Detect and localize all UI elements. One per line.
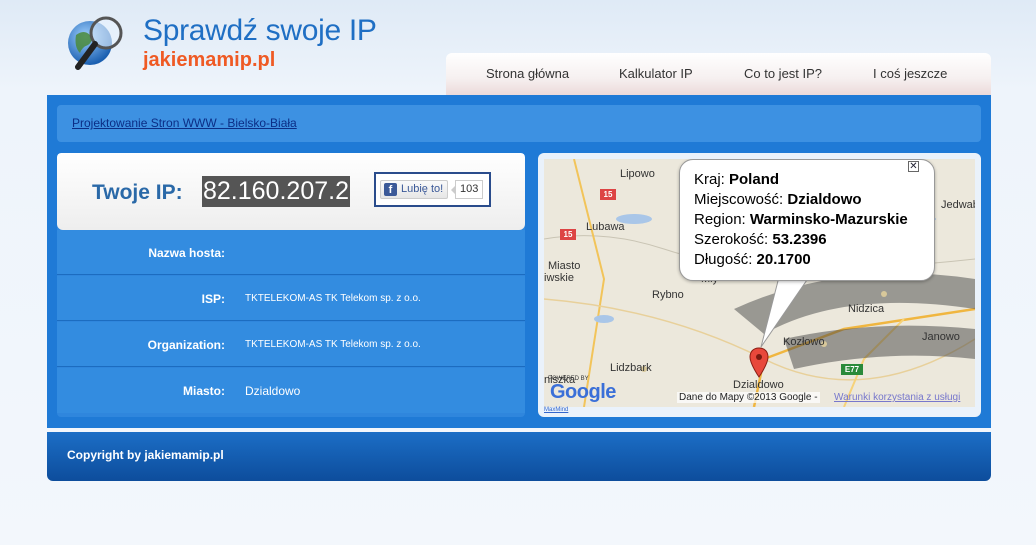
- info-lon-label: Długość:: [694, 251, 753, 268]
- detail-label: Nazwa hosta:: [148, 246, 225, 260]
- facebook-like-count: 103: [450, 180, 484, 199]
- road-badge: E77: [841, 364, 863, 375]
- info-region-label: Region:: [694, 211, 746, 228]
- map-place-label: Janowo: [922, 331, 960, 343]
- info-city-value: Dzialdowo: [787, 191, 862, 208]
- footer: Copyright by jakiemamip.pl: [47, 432, 991, 481]
- google-logo[interactable]: Google: [550, 381, 616, 404]
- google-map[interactable]: Lipowo Lubawa Miasto iwskie Rybno Nidzic…: [544, 159, 975, 407]
- info-lon-row: Długość: 20.1700: [694, 250, 920, 270]
- map-place-label: Lipowo: [620, 168, 655, 180]
- ip-label: Twoje IP:: [92, 181, 183, 204]
- info-region-value: Warminsko-Mazurskie: [749, 211, 908, 228]
- nav-item-ip-calculator[interactable]: Kalkulator IP: [619, 66, 693, 81]
- maxmind-link[interactable]: MaxMind: [544, 407, 568, 413]
- detail-row-city: Miasto: Dzialdowo: [57, 368, 525, 413]
- ip-value[interactable]: 82.160.207.2: [202, 176, 350, 207]
- map-place-label: Rybno: [652, 289, 684, 301]
- nav-item-something-else[interactable]: I coś jeszcze: [873, 66, 947, 81]
- info-city-row: Miejscowość: Dzialdowo: [694, 190, 920, 210]
- info-region-row: Region: Warminsko-Mazurskie: [694, 210, 920, 230]
- detail-label: ISP:: [201, 292, 225, 306]
- detail-row-hostname: Nazwa hosta:: [57, 230, 525, 275]
- magnifier-globe-logo-icon: [68, 16, 123, 70]
- facebook-icon: f: [384, 183, 397, 196]
- detail-label: Miasto:: [183, 384, 225, 398]
- close-icon[interactable]: ✕: [908, 161, 919, 172]
- map-info-window: Kraj: Poland Miejscowość: Dzialdowo Regi…: [679, 159, 935, 281]
- detail-row-organization: Organization: TKTELEKOM-AS TK Telekom sp…: [57, 322, 525, 367]
- info-country-label: Kraj:: [694, 171, 725, 188]
- info-country-row: Kraj: Poland: [694, 170, 920, 190]
- main-nav: Strona główna Kalkulator IP Co to jest I…: [446, 53, 991, 95]
- info-lat-label: Szerokość:: [694, 231, 769, 248]
- nav-item-what-is-ip[interactable]: Co to jest IP?: [744, 66, 822, 81]
- site-subtitle[interactable]: jakiemamip.pl: [143, 49, 275, 72]
- info-lon-value: 20.1700: [756, 251, 811, 268]
- detail-label: Organization:: [147, 338, 225, 352]
- map-place-label: Lidzbark: [610, 362, 652, 374]
- promo-bar: Projektowanie Stron WWW - Bielsko-Biała: [57, 105, 981, 142]
- facebook-like-button[interactable]: f Lubię to!: [380, 180, 448, 199]
- ip-info-panel: Twoje IP: 82.160.207.2 f Lubię to! 103 N…: [57, 153, 525, 417]
- map-place-label: Nidzica: [848, 303, 885, 315]
- road-badge: 15: [600, 189, 616, 200]
- map-place-label: Miasto: [548, 260, 581, 272]
- detail-value: Dzialdowo: [245, 384, 301, 398]
- info-city-label: Miejscowość:: [694, 191, 784, 208]
- facebook-like-widget: f Lubię to! 103: [374, 172, 491, 207]
- info-country-value: Poland: [729, 171, 780, 188]
- ip-box: Twoje IP: 82.160.207.2 f Lubię to! 103: [57, 153, 525, 230]
- map-copyright: Dane do Mapy ©2013 Google -: [677, 392, 820, 403]
- map-place-label: Dzialdowo: [733, 379, 784, 391]
- detail-value: TKTELEKOM-AS TK Telekom sp. z o.o.: [245, 293, 421, 304]
- map-terms-link[interactable]: Warunki korzystania z usługi: [834, 392, 960, 403]
- map-place-label: Lubawa: [586, 221, 625, 233]
- detail-value: TKTELEKOM-AS TK Telekom sp. z o.o.: [245, 339, 421, 350]
- map-place-label: iwskie: [544, 272, 574, 284]
- detail-row-isp: ISP: TKTELEKOM-AS TK Telekom sp. z o.o.: [57, 276, 525, 321]
- footer-copyright: Copyright by jakiemamip.pl: [67, 448, 224, 462]
- map-place-label: Jedwab: [941, 199, 975, 211]
- info-lat-value: 53.2396: [772, 231, 827, 248]
- nav-item-home[interactable]: Strona główna: [486, 66, 569, 81]
- google-logo-text: Google: [550, 381, 616, 403]
- site-title: Sprawdź swoje IP: [143, 14, 377, 47]
- map-panel: Lipowo Lubawa Miasto iwskie Rybno Nidzic…: [538, 153, 981, 417]
- road-badge: 15: [560, 229, 576, 240]
- info-lat-row: Szerokość: 53.2396: [694, 230, 920, 250]
- promo-link[interactable]: Projektowanie Stron WWW - Bielsko-Biała: [72, 116, 297, 130]
- facebook-like-label: Lubię to!: [401, 183, 444, 195]
- main-panel: Projektowanie Stron WWW - Bielsko-Biała …: [47, 95, 991, 428]
- info-bubble-tail: [760, 277, 810, 348]
